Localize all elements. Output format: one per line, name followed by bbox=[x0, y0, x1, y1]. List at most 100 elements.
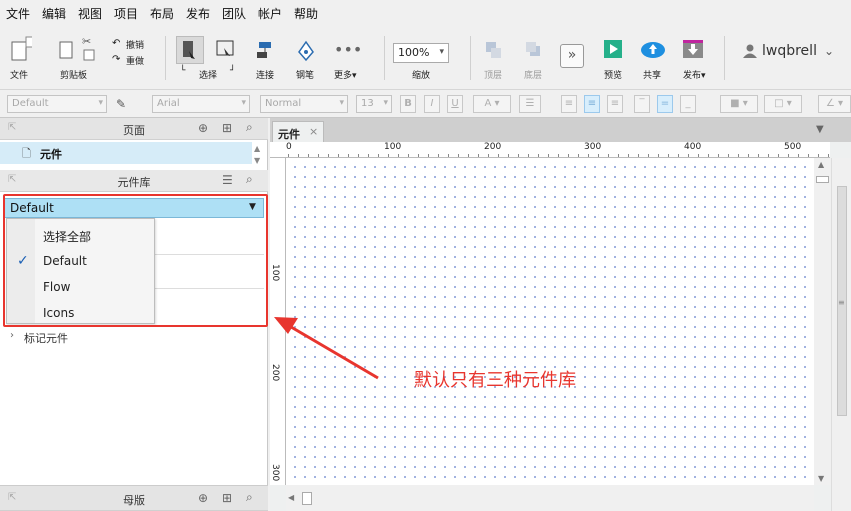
zoom-select[interactable]: 100% ▾ bbox=[393, 43, 449, 63]
redo-button[interactable]: 重做 bbox=[126, 54, 144, 67]
font-value: Arial bbox=[157, 98, 180, 109]
clipboard-icon[interactable]: ✂ bbox=[58, 34, 98, 65]
menu-edit[interactable]: 编辑 bbox=[42, 5, 66, 22]
tab-strip: 元件 × ▼ bbox=[270, 118, 851, 142]
valign-top-icon[interactable]: ‾ bbox=[634, 95, 650, 113]
scroll-down-icon[interactable]: ▼ bbox=[254, 156, 260, 165]
weight-value: Normal bbox=[265, 98, 302, 109]
valign-middle-icon[interactable]: = bbox=[657, 95, 673, 113]
toolbar-divider bbox=[470, 36, 471, 80]
annotation-arrow bbox=[274, 317, 379, 380]
page-item[interactable]: 🗋 元件 bbox=[0, 142, 252, 164]
horizontal-scrollbar[interactable]: ◀ bbox=[286, 485, 814, 511]
cloud-upload-icon[interactable] bbox=[640, 38, 666, 63]
pages-panel-header: ⇱ 页面 ⊕ ⊞ ⌕ bbox=[0, 118, 268, 140]
select-intersect-icon[interactable] bbox=[176, 36, 204, 64]
page-name: 元件 bbox=[40, 148, 62, 161]
horizontal-ruler: 0 100 200 300 400 500 bbox=[270, 142, 830, 158]
top-layer-label: 顶层 bbox=[484, 71, 503, 81]
bottom-layer-label: 底层 bbox=[524, 71, 543, 81]
tagged-widgets-item[interactable]: › 标记元件 bbox=[0, 328, 266, 348]
highlight-box bbox=[3, 194, 268, 327]
search-icon[interactable]: ⌕ bbox=[246, 120, 253, 135]
expand-chevrons-icon[interactable]: » bbox=[560, 44, 584, 68]
clipboard-label: 剪贴板 bbox=[60, 71, 88, 81]
connect-icon[interactable] bbox=[255, 40, 277, 65]
font-select[interactable]: Arial bbox=[152, 95, 250, 113]
style-edit-icon[interactable]: ✎ bbox=[116, 97, 126, 111]
publish-button[interactable]: 发布▾ bbox=[683, 68, 706, 81]
menu-view[interactable]: 视图 bbox=[78, 5, 102, 22]
ruler-tick-label: 400 bbox=[684, 142, 702, 152]
menu-layout[interactable]: 布局 bbox=[150, 5, 174, 22]
user-name[interactable]: lwqbrell bbox=[762, 43, 817, 59]
align-right-icon[interactable]: ≡ bbox=[607, 95, 623, 113]
ruler-tick-label: 300 bbox=[584, 142, 602, 152]
toolbar-divider bbox=[165, 36, 166, 80]
bold-button[interactable]: B bbox=[400, 95, 416, 113]
menu-help[interactable]: 帮助 bbox=[294, 5, 318, 22]
close-icon[interactable]: × bbox=[309, 125, 318, 138]
shadow-button[interactable]: □ ▾ bbox=[764, 95, 802, 113]
chevron-right-icon: › bbox=[10, 330, 14, 341]
ruler-tick-label: 300 bbox=[270, 464, 280, 482]
grip-icon: ≡ bbox=[838, 298, 845, 307]
menu-file[interactable]: 文件 bbox=[6, 5, 30, 22]
fill-color-button[interactable]: ■ ▾ bbox=[720, 95, 758, 113]
scroll-thumb[interactable] bbox=[816, 176, 829, 183]
menu-account[interactable]: 帐户 bbox=[258, 5, 282, 22]
add-page-icon[interactable]: ⊕ bbox=[198, 121, 208, 135]
font-color-button[interactable]: A ▾ bbox=[473, 95, 511, 113]
more-button[interactable]: 更多▾ bbox=[334, 68, 357, 81]
size-select[interactable]: 13 bbox=[356, 95, 392, 113]
add-master-icon[interactable]: ⊕ bbox=[198, 491, 208, 505]
menu-team[interactable]: 团队 bbox=[222, 5, 246, 22]
send-to-back-icon[interactable] bbox=[524, 40, 544, 63]
share-button[interactable]: 共享 bbox=[643, 68, 661, 81]
scroll-left-icon[interactable]: ◀ bbox=[288, 493, 294, 502]
vertical-scrollbar[interactable]: ▲ ▼ bbox=[814, 158, 831, 485]
tagged-widgets-label: 标记元件 bbox=[24, 332, 68, 345]
scroll-up-icon[interactable]: ▲ bbox=[818, 160, 824, 169]
select-bracket-left: └ bbox=[180, 66, 186, 76]
tab-menu-icon[interactable]: ▼ bbox=[816, 124, 824, 135]
toolbar-divider bbox=[724, 36, 725, 80]
underline-button[interactable]: U bbox=[447, 95, 463, 113]
search-icon[interactable]: ⌕ bbox=[246, 490, 253, 505]
bring-to-front-icon[interactable] bbox=[484, 40, 504, 63]
select-bracket-right: ┘ bbox=[230, 66, 236, 76]
hamburger-menu-icon[interactable]: ☰ bbox=[222, 173, 233, 187]
add-folder-icon[interactable]: ⊞ bbox=[222, 491, 232, 505]
new-file-icon[interactable] bbox=[10, 36, 35, 65]
tab-page[interactable]: 元件 × bbox=[272, 121, 324, 142]
bullet-list-icon[interactable]: ☰ bbox=[519, 95, 541, 113]
style-select[interactable]: Default bbox=[7, 95, 107, 113]
add-folder-icon[interactable]: ⊞ bbox=[222, 121, 232, 135]
menu-project[interactable]: 项目 bbox=[114, 5, 138, 22]
style-value: Default bbox=[12, 98, 49, 109]
more-dots-icon[interactable]: ••• bbox=[334, 40, 362, 59]
undo-button[interactable]: 撤销 bbox=[126, 38, 144, 51]
pen-label: 钢笔 bbox=[296, 71, 315, 81]
zoom-label: 缩放 bbox=[412, 71, 431, 81]
select-contained-icon[interactable] bbox=[214, 38, 238, 65]
weight-select[interactable]: Normal bbox=[260, 95, 348, 113]
align-left-icon[interactable]: ≡ bbox=[561, 95, 577, 113]
preview-icon[interactable] bbox=[604, 40, 622, 58]
preview-button[interactable]: 预览 bbox=[604, 68, 622, 81]
size-value: 13 bbox=[361, 98, 374, 109]
pen-icon[interactable] bbox=[296, 40, 316, 65]
search-icon[interactable]: ⌕ bbox=[246, 172, 253, 187]
chevron-down-icon[interactable]: ⌄ bbox=[824, 44, 834, 58]
scroll-up-icon[interactable]: ▲ bbox=[254, 144, 260, 153]
align-center-icon[interactable]: ≡ bbox=[584, 95, 600, 113]
valign-bottom-icon[interactable]: _ bbox=[680, 95, 696, 113]
scroll-down-icon[interactable]: ▼ bbox=[818, 474, 824, 483]
menu-publish[interactable]: 发布 bbox=[186, 5, 210, 22]
italic-button[interactable]: I bbox=[424, 95, 440, 113]
line-color-button[interactable]: ∠ ▾ bbox=[818, 95, 851, 113]
redo-arrow-icon: ↷ bbox=[112, 54, 121, 65]
h-scroll-thumb[interactable] bbox=[302, 492, 312, 505]
outer-scrollbar[interactable]: ≡ bbox=[831, 158, 851, 511]
publish-icon[interactable] bbox=[683, 40, 703, 58]
